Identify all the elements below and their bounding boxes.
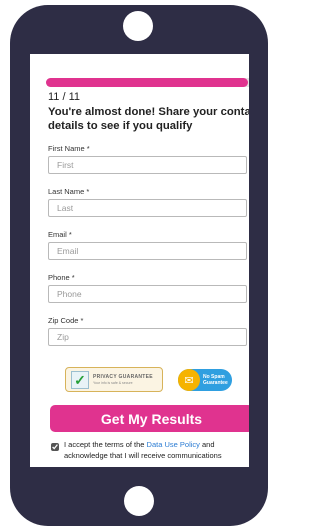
no-spam-badge-line2: Guarantee xyxy=(203,380,228,386)
envelope-icon: ✉ xyxy=(178,369,200,391)
consent-text-before: I accept the terms of the xyxy=(64,440,147,449)
home-button[interactable] xyxy=(124,486,154,516)
first-name-label: First Name * xyxy=(48,144,90,153)
privacy-guarantee-badge: ✓ PRIVACY GUARANTEE Your info is safe & … xyxy=(65,367,163,392)
camera-dot xyxy=(123,11,153,41)
phone-input[interactable] xyxy=(48,285,247,303)
zip-code-input[interactable] xyxy=(48,328,247,346)
step-counter: 11 / 11 xyxy=(48,91,81,103)
privacy-badge-subtitle: Your info is safe & secure xyxy=(93,381,133,385)
consent-checkbox[interactable] xyxy=(51,443,59,451)
phone-screen: 11 / 11 You're almost done! Share your c… xyxy=(30,54,249,467)
get-my-results-button[interactable]: Get My Results xyxy=(50,405,249,432)
privacy-badge-title: PRIVACY GUARANTEE xyxy=(93,374,153,380)
first-name-input[interactable] xyxy=(48,156,247,174)
checkmark-icon: ✓ xyxy=(71,370,89,389)
email-label: Email * xyxy=(48,230,72,239)
data-use-policy-link[interactable]: Data Use Policy xyxy=(147,440,200,449)
form-headline: You're almost done! Share your contact d… xyxy=(48,106,249,132)
phone-label: Phone * xyxy=(48,273,75,282)
zip-code-label: Zip Code * xyxy=(48,316,84,325)
email-input[interactable] xyxy=(48,242,247,260)
no-spam-badge: ✉ No Spam Guarantee xyxy=(178,369,232,391)
consent-text: I accept the terms of the Data Use Polic… xyxy=(64,439,249,461)
progress-fill xyxy=(46,78,248,87)
last-name-label: Last Name * xyxy=(48,187,90,196)
phone-frame: 11 / 11 You're almost done! Share your c… xyxy=(10,5,268,526)
progress-bar xyxy=(46,78,249,87)
last-name-input[interactable] xyxy=(48,199,247,217)
